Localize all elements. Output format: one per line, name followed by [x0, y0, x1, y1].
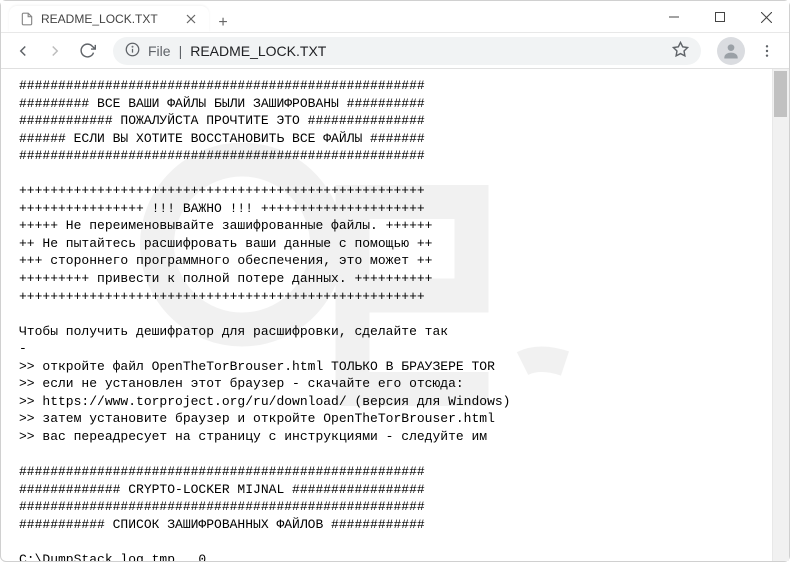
close-window-button[interactable] [743, 1, 789, 33]
browser-toolbar: File | README_LOCK.TXT [1, 33, 789, 69]
page-viewport: ########################################… [1, 69, 789, 561]
url-scheme: File [148, 43, 171, 59]
profile-avatar[interactable] [717, 37, 745, 65]
bookmark-icon[interactable] [672, 41, 689, 61]
scrollbar[interactable] [772, 69, 789, 561]
document-body: ########################################… [1, 69, 789, 561]
reload-button[interactable] [73, 37, 101, 65]
url-path: README_LOCK.TXT [190, 43, 326, 59]
close-tab-button[interactable] [183, 11, 199, 27]
maximize-button[interactable] [697, 1, 743, 33]
file-icon [19, 11, 35, 27]
tab-title: README_LOCK.TXT [41, 12, 177, 26]
back-button[interactable] [9, 37, 37, 65]
tab-strip: README_LOCK.TXT + [1, 1, 651, 32]
window-controls [651, 1, 789, 32]
minimize-button[interactable] [651, 1, 697, 33]
window-titlebar: README_LOCK.TXT + [1, 1, 789, 33]
address-bar[interactable]: File | README_LOCK.TXT [113, 37, 701, 65]
scrollbar-thumb[interactable] [774, 71, 787, 117]
info-icon[interactable] [125, 42, 140, 60]
forward-button[interactable] [41, 37, 69, 65]
browser-tab[interactable]: README_LOCK.TXT [9, 6, 209, 32]
menu-button[interactable] [753, 37, 781, 65]
new-tab-button[interactable]: + [209, 14, 237, 32]
url-separator: | [179, 43, 183, 59]
